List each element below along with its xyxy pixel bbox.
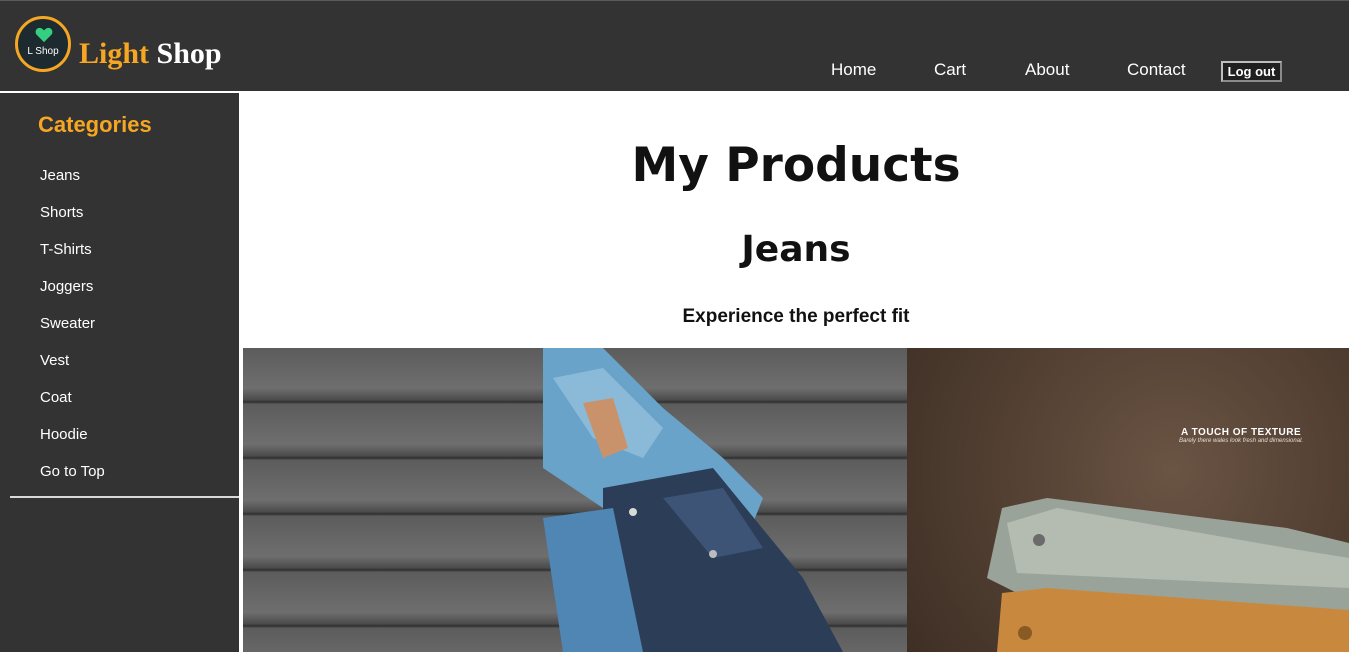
nav-cart-link[interactable]: Cart xyxy=(934,60,966,80)
sidebar-item-hoodie[interactable]: Hoodie xyxy=(40,426,105,463)
sidebar-item-sweater[interactable]: Sweater xyxy=(40,315,105,352)
nav-home-link[interactable]: Home xyxy=(831,60,876,80)
logout-button[interactable]: Log out xyxy=(1221,61,1282,82)
heart-icon xyxy=(35,27,53,43)
jeans-pile-illustration xyxy=(543,348,843,652)
sidebar-item-vest[interactable]: Vest xyxy=(40,352,105,389)
brand-name[interactable]: Light Shop xyxy=(79,36,222,72)
sidebar-item-t-shirts[interactable]: T-Shirts xyxy=(40,241,105,278)
texture-banner-image: A TOUCH OF TEXTURE Barely there wales lo… xyxy=(907,348,1349,652)
sidebar-item-joggers[interactable]: Joggers xyxy=(40,278,105,315)
section-subtitle: Experience the perfect fit xyxy=(682,306,910,327)
sidebar-item-go-to-top[interactable]: Go to Top xyxy=(40,463,105,500)
nav-contact-link[interactable]: Contact xyxy=(1127,60,1186,80)
sidebar-item-coat[interactable]: Coat xyxy=(40,389,105,426)
category-list: Jeans Shorts T-Shirts Joggers Sweater Ve… xyxy=(40,167,105,500)
brand-shop-text: Shop xyxy=(156,37,222,70)
sidebar-item-jeans[interactable]: Jeans xyxy=(40,167,105,204)
top-navbar: L Shop Light Shop Home Cart About Contac… xyxy=(0,0,1349,91)
logo-badge[interactable]: L Shop xyxy=(15,16,71,72)
section-title: Jeans xyxy=(741,229,851,270)
jeans-banner-image xyxy=(243,348,907,652)
sidebar-divider xyxy=(10,496,239,498)
brand-light-text: Light xyxy=(79,37,150,70)
logo-text: L Shop xyxy=(27,46,59,57)
folded-pants-illustration xyxy=(987,498,1349,652)
page-title: My Products xyxy=(631,138,961,193)
sidebar-title: Categories xyxy=(38,112,152,137)
sidebar-item-shorts[interactable]: Shorts xyxy=(40,204,105,241)
categories-sidebar: Categories Jeans Shorts T-Shirts Joggers… xyxy=(0,91,241,652)
nav-about-link[interactable]: About xyxy=(1025,60,1069,80)
